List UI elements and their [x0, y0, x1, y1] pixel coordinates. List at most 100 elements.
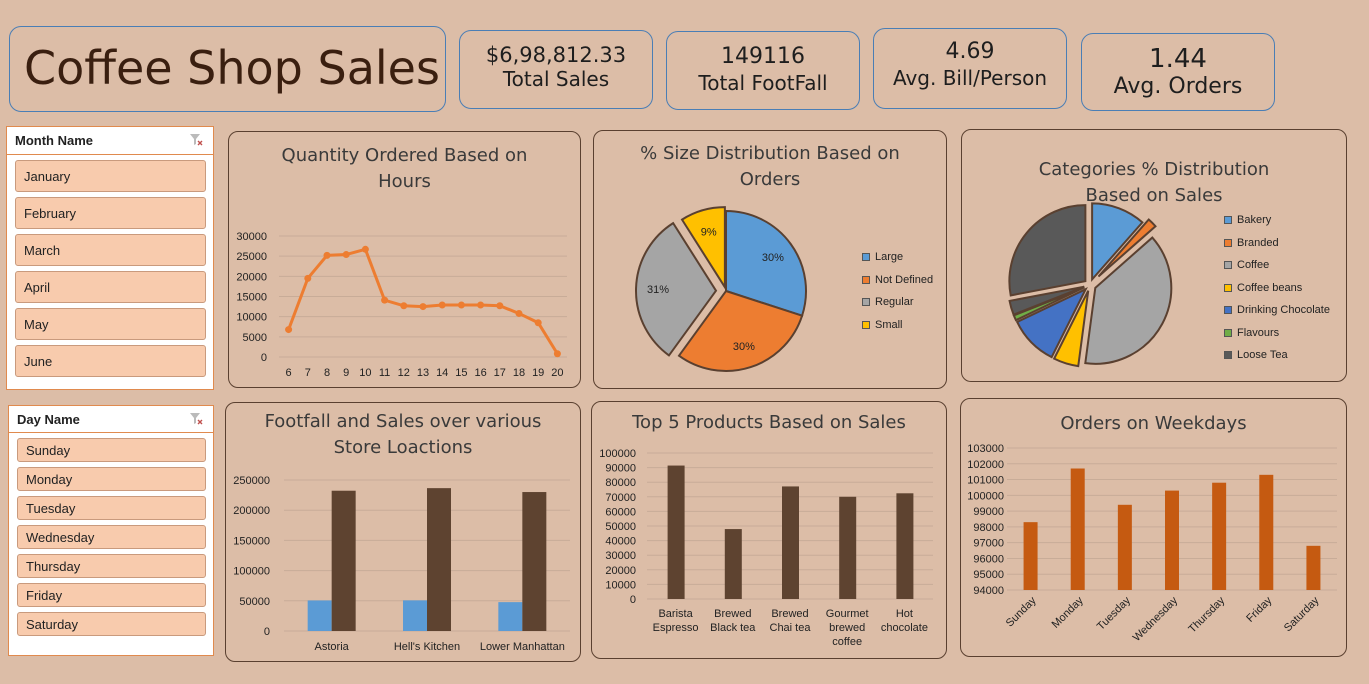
- x-tick-label: Saturday: [1282, 594, 1322, 634]
- x-tick-label: Hot: [896, 608, 913, 620]
- x-tick-label: Brewed: [771, 608, 808, 620]
- y-tick-label: 60000: [605, 506, 636, 518]
- legend-swatch: [862, 298, 870, 307]
- legend-label: Flavours: [1237, 326, 1280, 339]
- category-legend: Bakery Branded Coffee Coffee beans Drinking …: [1224, 209, 1330, 367]
- data-point: [496, 302, 504, 310]
- y-tick-label: 0: [261, 352, 267, 364]
- data-point: [400, 302, 408, 310]
- bar: [1212, 482, 1227, 590]
- bar: [839, 496, 857, 599]
- size-legend: Large Not Defined Regular Small: [862, 246, 933, 336]
- y-tick-label: 70000: [605, 492, 636, 504]
- pie-data-label: 9%: [701, 226, 717, 238]
- clear-filter-icon[interactable]: [189, 133, 203, 147]
- x-tick-label: Friday: [1244, 594, 1274, 624]
- slicer-item-friday[interactable]: Friday: [17, 583, 206, 607]
- kpi-avg-orders: 1.44 Avg. Orders: [1081, 33, 1275, 111]
- slicer-item-june[interactable]: June: [15, 345, 206, 377]
- pie-data-label: 30%: [733, 341, 755, 353]
- data-point: [553, 350, 561, 358]
- x-tick-label: 17: [494, 367, 506, 379]
- legend-swatch: [1224, 306, 1232, 315]
- category-distribution-chart: Categories % Distribution Based on Sales…: [961, 129, 1347, 382]
- kpi-avg-bill: 4.69 Avg. Bill/Person: [873, 28, 1067, 109]
- slicer-item-label: Sunday: [26, 442, 71, 458]
- data-point: [477, 301, 485, 309]
- y-tick-label: 10000: [605, 579, 636, 591]
- data-point: [438, 301, 446, 309]
- line-chart-svg: 0 5000 10000 15000 20000 25000 30000 6 7 8 9 10 11 12…: [236, 231, 567, 379]
- slicer-item-wednesday[interactable]: Wednesday: [17, 525, 206, 549]
- x-tick-label: 6: [286, 367, 292, 379]
- clear-filter-icon[interactable]: [189, 412, 203, 426]
- data-point: [342, 251, 350, 259]
- x-tick-label: 12: [398, 367, 410, 379]
- slicer-item-saturday[interactable]: Saturday: [17, 612, 206, 636]
- y-tick-label: 103000: [967, 443, 1004, 455]
- legend-swatch: [862, 320, 870, 329]
- x-tick-label: Sunday: [1004, 594, 1039, 629]
- kpi-value: 4.69: [945, 39, 995, 64]
- slicer-item-sunday[interactable]: Sunday: [17, 438, 206, 462]
- legend-label: Loose Tea: [1237, 349, 1288, 362]
- y-tick-label: 50000: [239, 596, 270, 608]
- legend-item: Drinking Chocolate: [1224, 299, 1330, 322]
- day-slicer: Day Name Sunday Monday Tuesday Wednesday…: [8, 405, 214, 656]
- data-point: [381, 296, 389, 304]
- slicer-item-label: February: [24, 205, 77, 221]
- kpi-label: Total FootFall: [698, 71, 828, 95]
- bar: [1165, 490, 1179, 590]
- bar: [522, 492, 547, 631]
- data-point: [534, 319, 542, 327]
- x-tick-label: Lower Manhattan: [480, 641, 565, 653]
- y-tick-label: 98000: [973, 522, 1004, 534]
- top-products-chart: Top 5 Products Based on Sales 0 10000 2000…: [591, 401, 947, 659]
- legend-swatch: [1224, 216, 1232, 225]
- legend-swatch: [862, 275, 870, 284]
- x-tick-label: 15: [455, 367, 467, 379]
- slicer-item-january[interactable]: January: [15, 160, 206, 192]
- legend-label: Small: [875, 318, 903, 331]
- x-tick-label: Hell's Kitchen: [394, 641, 460, 653]
- x-tick-label: Gourmet: [826, 608, 869, 620]
- data-point: [285, 326, 293, 334]
- y-tick-label: 101000: [967, 475, 1004, 487]
- kpi-value: 149116: [721, 44, 805, 69]
- y-tick-label: 95000: [973, 569, 1004, 581]
- data-point: [304, 274, 312, 282]
- bar: [896, 493, 914, 599]
- legend-item: Loose Tea: [1224, 344, 1330, 367]
- slicer-item-label: May: [24, 316, 49, 332]
- x-tick-label: Espresso: [653, 622, 699, 634]
- store-bar-svg: 0 50000 100000 150000 200000 250000 Astoria Hel…: [233, 475, 570, 653]
- y-tick-label: 30000: [236, 231, 267, 243]
- x-tick-label: Wednesday: [1131, 594, 1181, 644]
- slicer-item-february[interactable]: February: [15, 197, 206, 229]
- slicer-item-march[interactable]: March: [15, 234, 206, 266]
- slicer-item-monday[interactable]: Monday: [17, 467, 206, 491]
- legend-item: Coffee: [1224, 254, 1330, 277]
- slicer-item-april[interactable]: April: [15, 271, 206, 303]
- legend-swatch: [1224, 351, 1232, 360]
- title-box: Coffee Shop Sales: [9, 26, 446, 112]
- y-tick-label: 20000: [236, 271, 267, 283]
- slicer-item-thursday[interactable]: Thursday: [17, 554, 206, 578]
- x-tick-label: Tuesday: [1095, 594, 1133, 632]
- y-tick-label: 20000: [605, 565, 636, 577]
- legend-label: Coffee: [1237, 259, 1270, 272]
- slicer-item-tuesday[interactable]: Tuesday: [17, 496, 206, 520]
- legend-label: Drinking Chocolate: [1237, 304, 1330, 317]
- y-tick-label: 100000: [599, 448, 636, 460]
- x-tick-label: 8: [324, 367, 330, 379]
- y-tick-label: 102000: [967, 459, 1004, 471]
- kpi-value: 1.44: [1149, 44, 1207, 74]
- bar: [331, 490, 356, 631]
- y-tick-label: 15000: [236, 292, 267, 304]
- slicer-item-may[interactable]: May: [15, 308, 206, 340]
- legend-label: Coffee beans: [1237, 281, 1303, 294]
- data-point: [457, 301, 465, 309]
- bar: [427, 488, 451, 631]
- x-tick-label: 11: [379, 367, 390, 379]
- month-slicer: Month Name January February March April …: [6, 126, 214, 390]
